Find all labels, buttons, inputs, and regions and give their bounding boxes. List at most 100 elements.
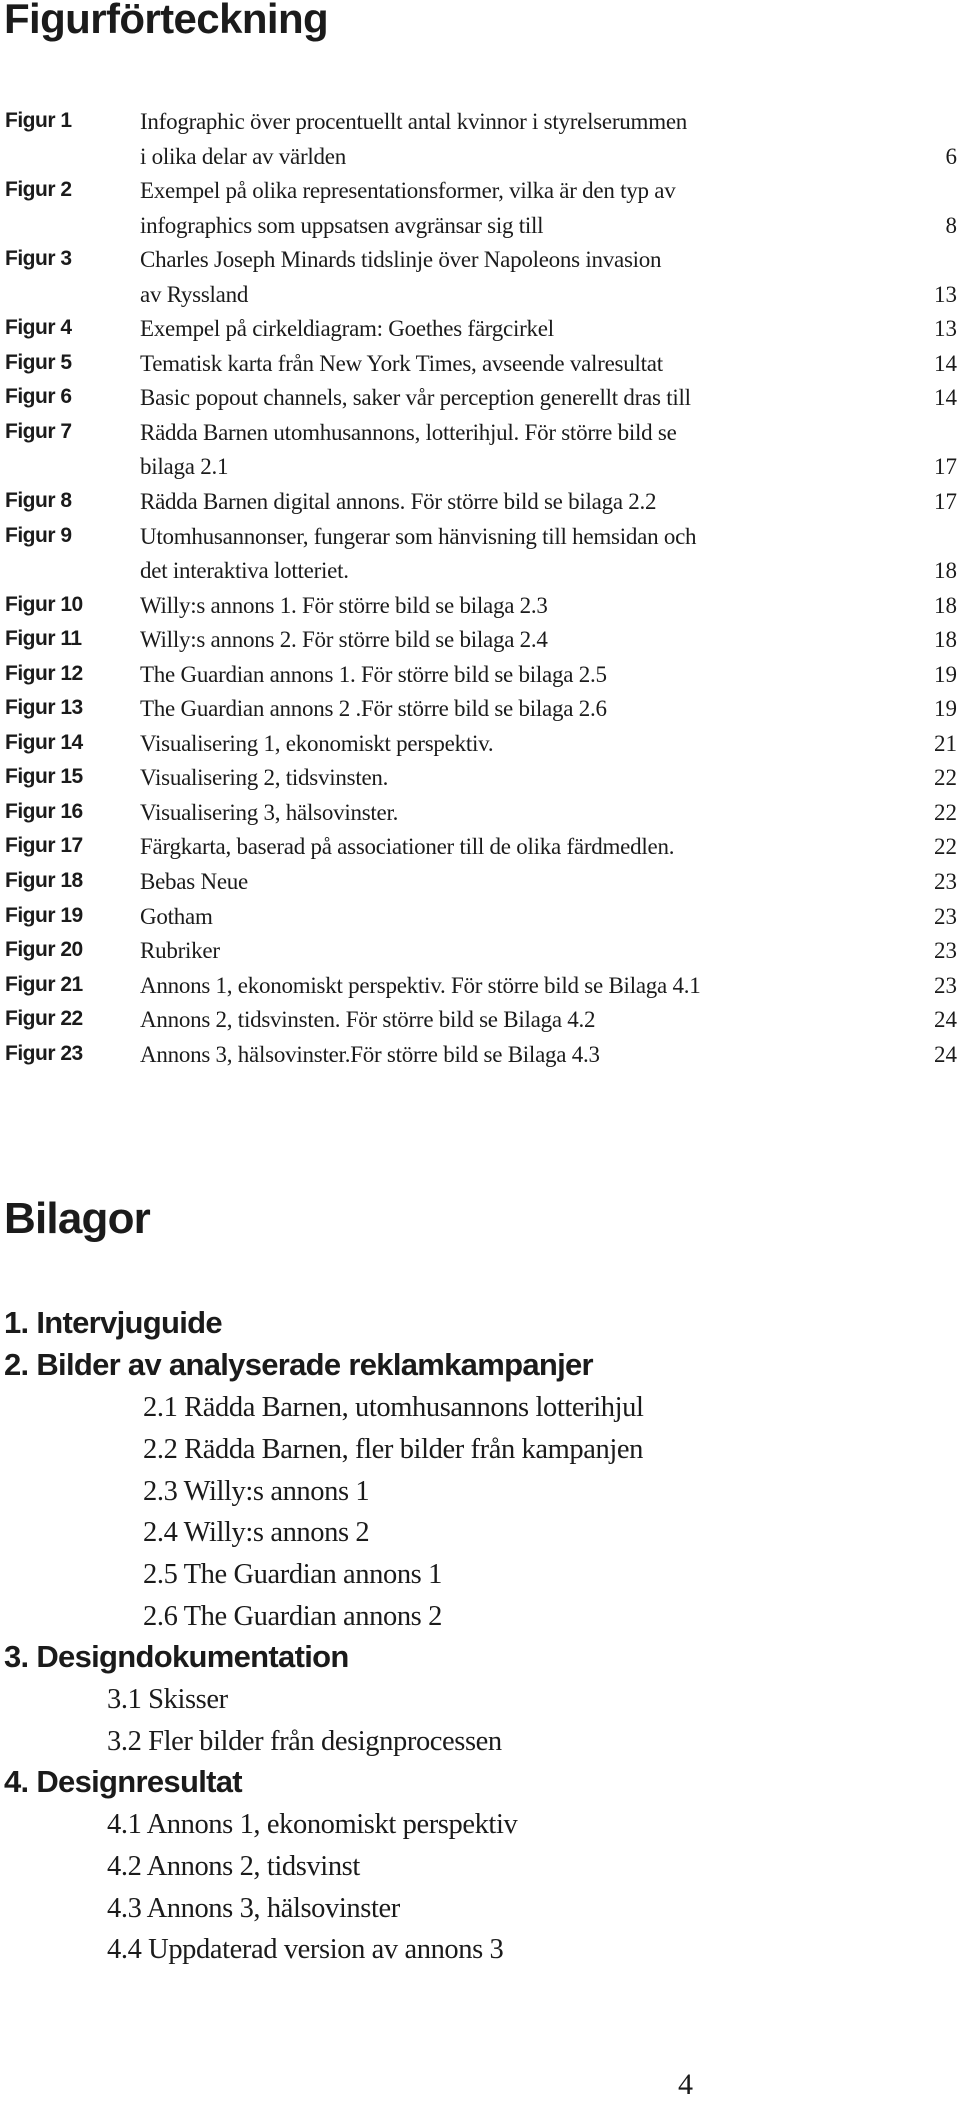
figure-entry: Figur 20 Rubriker 23 <box>0 933 960 968</box>
figure-page-number: 22 <box>934 765 957 791</box>
figure-label: Figur 16 <box>5 799 83 823</box>
figure-caption: Annons 2, tidsvinsten. För större bild s… <box>140 1007 596 1033</box>
figure-caption: Tematisk karta från New York Times, avse… <box>140 350 663 376</box>
appendix-item: 3.1 Skisser <box>0 1677 960 1719</box>
appendix-item-label: 2.1 Rädda Barnen, utomhusannons lotterih… <box>143 1392 644 1424</box>
figure-page-number: 22 <box>934 799 957 825</box>
appendix-item-label: 2.2 Rädda Barnen, fler bilder från kampa… <box>143 1434 643 1466</box>
figure-caption: Visualisering 2, tidsvinsten. <box>140 765 389 791</box>
figure-page-number: 23 <box>934 938 957 964</box>
figure-entry: Figur 18 Bebas Neue 23 <box>0 864 960 899</box>
figure-entry-line: Figur 15 Visualisering 2, tidsvinsten. 22 <box>0 760 960 795</box>
appendix-section: 1. Intervjuguide <box>0 1302 960 1344</box>
figure-caption: Exempel på cirkeldiagram: Goethes färgci… <box>140 316 554 342</box>
figure-page-number: 24 <box>934 1041 957 1067</box>
figure-entry: Figur 15 Visualisering 2, tidsvinsten. 22 <box>0 760 960 795</box>
figure-caption: Visualisering 3, hälsovinster. <box>140 799 399 825</box>
figure-caption: Färgkarta, baserad på associationer till… <box>140 834 675 860</box>
figure-entry: Figur 4 Exempel på cirkeldiagram: Goethes… <box>0 311 960 346</box>
appendix-item: 2.4 Willy:s annons 2 <box>0 1510 960 1552</box>
appendix-item-label: 2.5 The Guardian annons 1 <box>143 1559 442 1591</box>
figure-label: Figur 13 <box>5 696 83 720</box>
figure-page-number: 23 <box>934 903 957 929</box>
figure-entry: Figur 16 Visualisering 3, hälsovinster. 22 <box>0 795 960 830</box>
figure-entry-line: Figur 20 Rubriker 23 <box>0 933 960 968</box>
figure-page-number: 14 <box>934 350 957 376</box>
figure-entry: Figur 12 The Guardian annons 1. För störr… <box>0 657 960 692</box>
figure-caption: Rädda Barnen utomhusannons, lotterihjul.… <box>140 419 677 445</box>
figure-page-number: 23 <box>934 972 957 998</box>
figure-entry-line: Figur 5 Tematisk karta från New York Time… <box>0 346 960 381</box>
figure-label: Figur 10 <box>5 592 83 616</box>
figure-caption: av Ryssland <box>140 281 249 307</box>
figure-caption: i olika delar av världen <box>140 143 347 169</box>
figure-label: Figur 12 <box>5 661 83 685</box>
appendix-item: 4.2 Annons 2, tidsvinst <box>0 1844 960 1886</box>
appendix-item-label: 4.2 Annons 2, tidsvinst <box>107 1850 360 1882</box>
page-number: 4 <box>678 2068 693 2101</box>
figure-page-number: 21 <box>934 730 957 756</box>
appendix-item-label: 4.1 Annons 1, ekonomiskt perspektiv <box>107 1809 518 1841</box>
figure-label: Figur 1 <box>5 109 72 132</box>
figure-label: Figur 3 <box>5 247 72 271</box>
figure-entry-line: i olika delar av världen 6 <box>0 139 960 174</box>
figure-entry-line: Figur 21 Annons 1, ekonomiskt perspektiv.… <box>0 968 960 1003</box>
page-title: Figurförteckning <box>4 0 329 42</box>
figure-entry-line: Figur 4 Exempel på cirkeldiagram: Goethes… <box>0 311 960 346</box>
figure-entry: Figur 11 Willy:s annons 2. För större bil… <box>0 622 960 657</box>
figure-caption: Infographic över procentuellt antal kvin… <box>140 109 688 134</box>
appendix-item-label: 3.2 Fler bilder från designprocessen <box>107 1725 502 1757</box>
figure-label: Figur 15 <box>5 765 83 789</box>
figure-entry-line: Figur 8 Rädda Barnen digital annons. För … <box>0 484 960 519</box>
figure-entry-line: Figur 13 The Guardian annons 2 .För störr… <box>0 691 960 726</box>
figure-entry-line: Figur 14 Visualisering 1, ekonomiskt pers… <box>0 726 960 761</box>
figure-caption: Willy:s annons 1. För större bild se bil… <box>140 592 548 618</box>
figure-list: Figur 1 Infographic över procentuellt ant… <box>0 104 960 1071</box>
figure-entry: Figur 22 Annons 2, tidsvinsten. För störr… <box>0 1002 960 1037</box>
appendix-item-label: 4.4 Uppdaterad version av annons 3 <box>107 1934 504 1966</box>
figure-page-number: 14 <box>934 385 957 411</box>
figure-entry: Figur 13 The Guardian annons 2 .För störr… <box>0 691 960 726</box>
figure-page-number: 17 <box>934 489 957 515</box>
figure-label: Figur 19 <box>5 903 83 927</box>
figure-page-number: 23 <box>934 869 957 895</box>
figure-label: Figur 6 <box>5 385 72 409</box>
figure-caption: The Guardian annons 2 .För större bild s… <box>140 696 607 722</box>
appendix-item: 4.1 Annons 1, ekonomiskt perspektiv <box>0 1802 960 1844</box>
figure-entry: Figur 7 Rädda Barnen utomhusannons, lotte… <box>0 415 960 484</box>
figure-caption: Basic popout channels, saker vår percept… <box>140 385 691 411</box>
figure-entry-line: Figur 18 Bebas Neue 23 <box>0 864 960 899</box>
figure-caption: Annons 3, hälsovinster.För större bild s… <box>140 1041 600 1067</box>
figure-entry: Figur 19 Gotham 23 <box>0 899 960 934</box>
figure-entry-line: Figur 11 Willy:s annons 2. För större bil… <box>0 622 960 657</box>
figure-page-number: 18 <box>934 558 957 584</box>
appendix-item: 4.3 Annons 3, hälsovinster <box>0 1886 960 1928</box>
figure-entry: Figur 3 Charles Joseph Minards tidslinje … <box>0 242 960 311</box>
figure-page-number: 24 <box>934 1007 957 1033</box>
figure-entry-line: det interaktiva lotteriet. 18 <box>0 553 960 588</box>
figure-label: Figur 17 <box>5 834 83 858</box>
figure-page-number: 13 <box>934 281 957 307</box>
figure-entry-line: Figur 10 Willy:s annons 1. För större bil… <box>0 588 960 623</box>
figure-entry-line: Figur 3 Charles Joseph Minards tidslinje … <box>0 242 960 277</box>
figure-label: Figur 20 <box>5 938 83 962</box>
figure-caption: Visualisering 1, ekonomiskt perspektiv. <box>140 730 494 756</box>
appendix-item: 2.1 Rädda Barnen, utomhusannons lotterih… <box>0 1385 960 1427</box>
figure-page-number: 6 <box>945 143 958 169</box>
figure-page-number: 17 <box>934 454 957 480</box>
appendix-item: 4.4 Uppdaterad version av annons 3 <box>0 1927 960 1969</box>
figure-entry: Figur 6 Basic popout channels, saker vår … <box>0 380 960 415</box>
figure-caption: Gotham <box>140 903 213 929</box>
figure-entry-line: Figur 7 Rädda Barnen utomhusannons, lotte… <box>0 415 960 450</box>
appendix-item-label: 3.1 Skisser <box>107 1684 228 1716</box>
figure-entry: Figur 21 Annons 1, ekonomiskt perspektiv.… <box>0 968 960 1003</box>
figure-page-number: 22 <box>934 834 957 860</box>
figure-label: Figur 9 <box>5 523 72 547</box>
figure-entry: Figur 10 Willy:s annons 1. För större bil… <box>0 588 960 623</box>
figure-caption: Utomhusannonser, fungerar som hänvisning… <box>140 523 697 549</box>
figure-entry-line: Figur 23 Annons 3, hälsovinster.För störr… <box>0 1037 960 1072</box>
figure-page-number: 13 <box>934 316 957 342</box>
figure-entry: Figur 1 Infographic över procentuellt ant… <box>0 104 960 173</box>
figure-entry: Figur 17 Färgkarta, baserad på associatio… <box>0 829 960 864</box>
appendix-section: 4. Designresultat <box>0 1761 960 1803</box>
